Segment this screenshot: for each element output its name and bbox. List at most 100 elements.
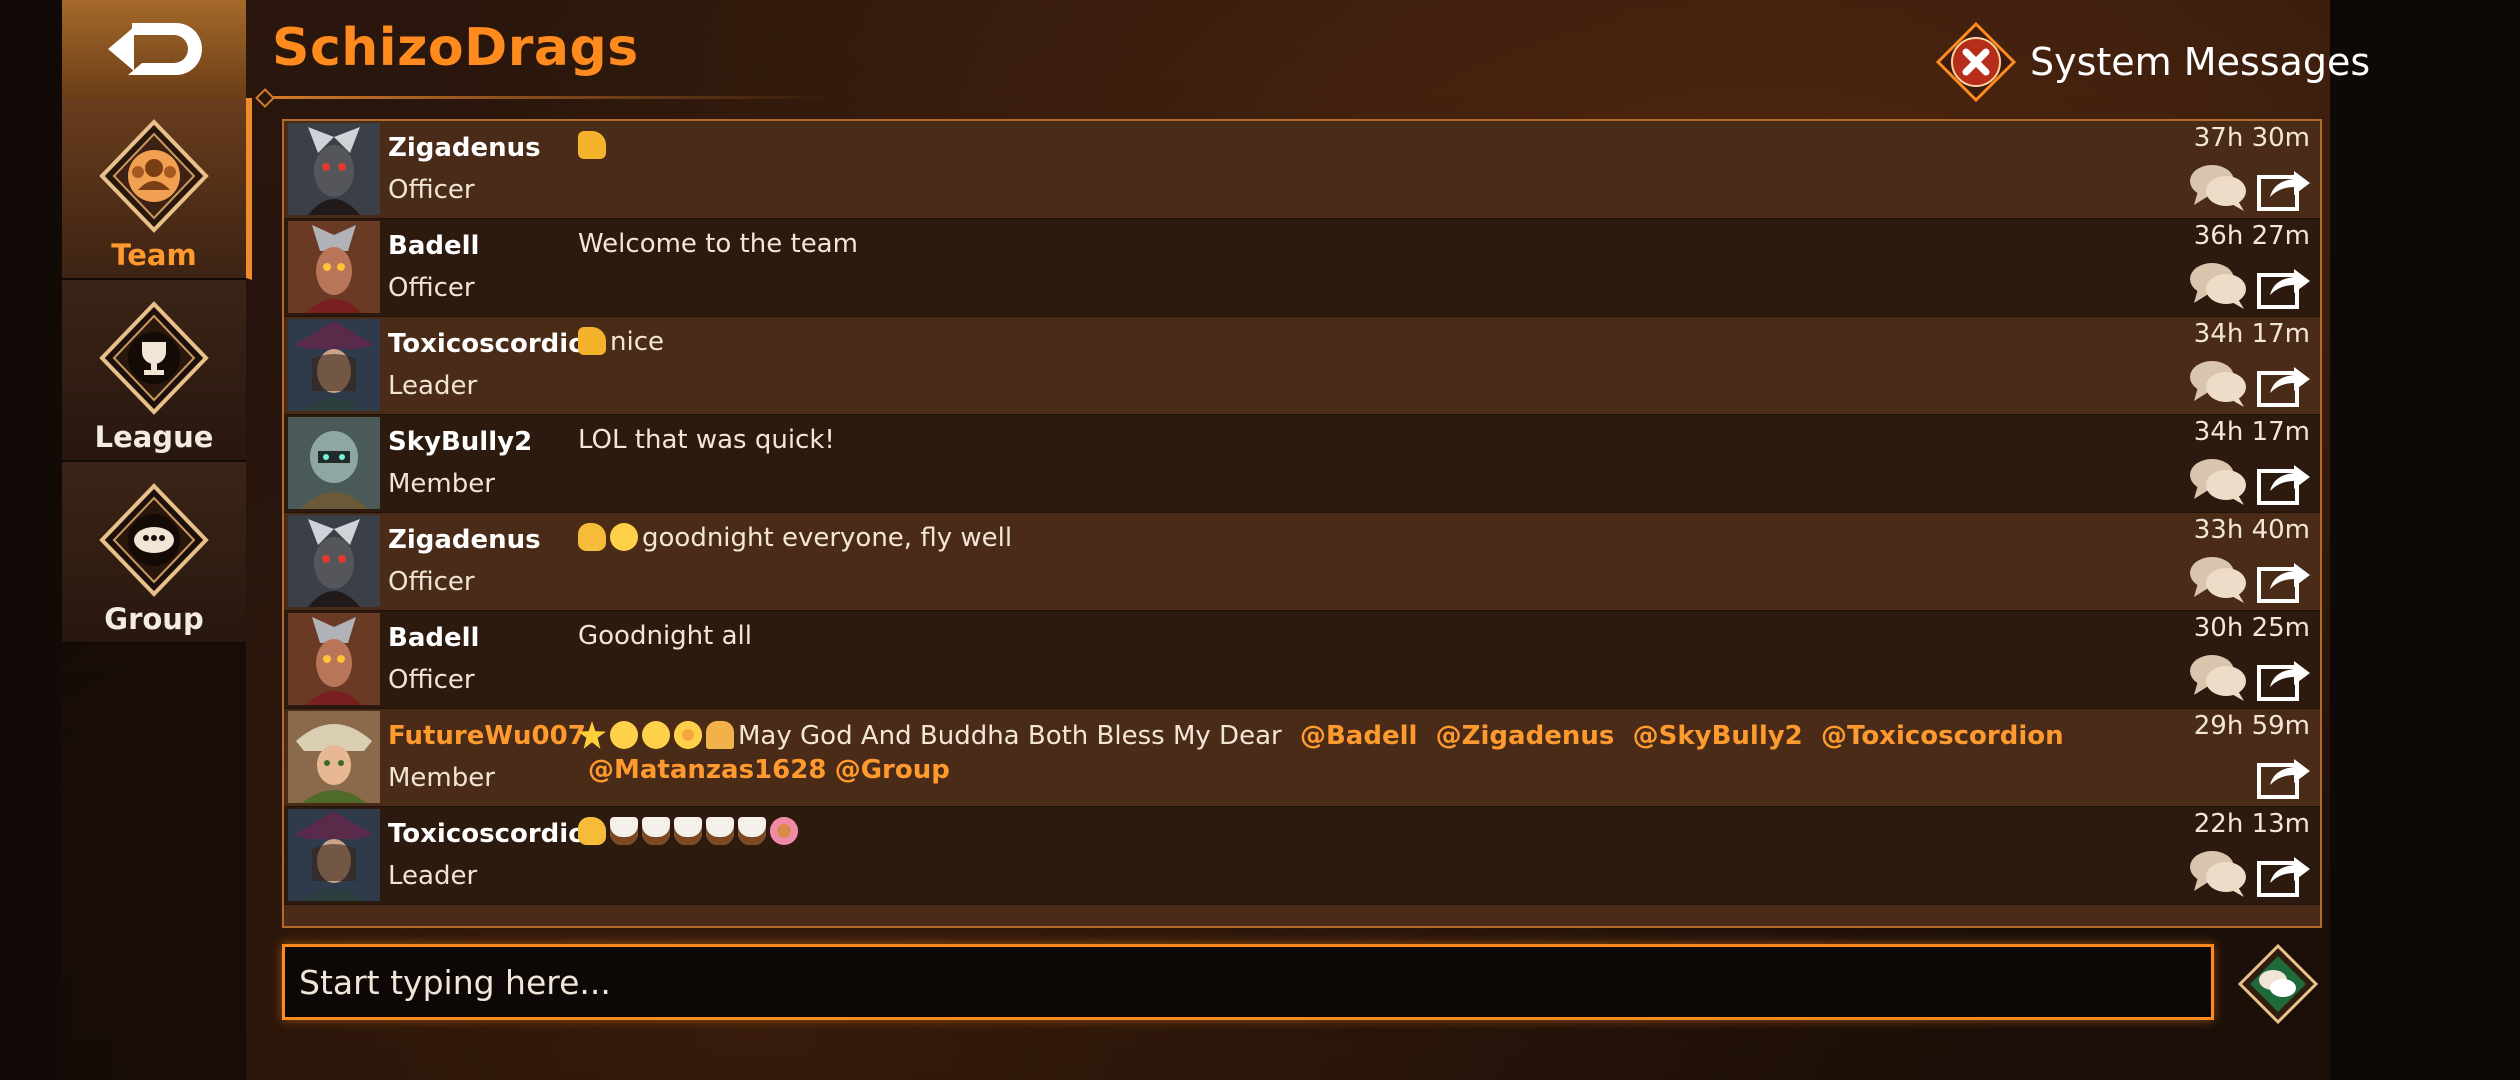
sidebar-item-league[interactable]: League <box>62 280 246 462</box>
share-icon[interactable] <box>2256 259 2312 309</box>
heart-eyes-face-icon <box>674 721 702 749</box>
message-text: LOL that was quick! <box>578 425 835 455</box>
chat-message-row: Badell Officer Goodnight all 30h 25m <box>284 611 2320 708</box>
message-text <box>578 817 802 847</box>
user-role: Officer <box>388 175 475 205</box>
sidebar-item-team[interactable]: Team <box>62 98 252 280</box>
avatar[interactable] <box>288 123 380 215</box>
system-messages-toggle[interactable]: System Messages <box>1936 22 2370 102</box>
sidebar-item-label: Group <box>104 602 204 636</box>
folded-hands-icon <box>706 721 734 749</box>
chat-message-row-partial <box>284 905 2320 926</box>
username[interactable]: Toxicoscordion <box>388 329 605 359</box>
message-timestamp: 29h 59m <box>2193 711 2310 741</box>
share-icon[interactable] <box>2256 847 2312 897</box>
reply-icon[interactable] <box>2188 357 2248 407</box>
group-emblem-icon <box>99 483 209 597</box>
chat-message-row: Zigadenus Officer 37h 30m <box>284 121 2320 218</box>
chat-message-list[interactable]: Zigadenus Officer 37h 30m Badell Officer… <box>282 119 2322 928</box>
message-body: nice <box>610 327 664 357</box>
message-timestamp: 37h 30m <box>2193 123 2310 153</box>
reply-icon[interactable] <box>2188 651 2248 701</box>
message-timestamp: 36h 27m <box>2193 221 2310 251</box>
message-timestamp: 33h 40m <box>2193 515 2310 545</box>
page-title: SchizoDrags <box>272 18 639 78</box>
chat-message-row: FutureWu007 Member May God And Buddha Bo… <box>284 709 2320 806</box>
reply-icon[interactable] <box>2188 553 2248 603</box>
coffee-icon <box>610 817 638 845</box>
side-navigation: Team League Group <box>62 0 252 1080</box>
share-icon[interactable] <box>2256 455 2312 505</box>
smiling-halo-face-icon <box>610 721 638 749</box>
avatar[interactable] <box>288 515 380 607</box>
reply-icon[interactable] <box>2188 161 2248 211</box>
message-text: nice <box>578 327 664 357</box>
reply-icon[interactable] <box>2188 259 2248 309</box>
left-letterbox <box>0 0 62 1080</box>
back-arrow-icon <box>108 23 202 75</box>
message-timestamp: 30h 25m <box>2193 613 2310 643</box>
username[interactable]: Zigadenus <box>388 133 541 163</box>
user-role: Member <box>388 763 495 793</box>
username[interactable]: Badell <box>388 231 479 261</box>
back-button[interactable] <box>62 0 246 100</box>
coffee-icon <box>642 817 670 845</box>
mention-link[interactable]: @Badell <box>1300 721 1417 751</box>
sidebar-item-label: League <box>94 420 214 454</box>
avatar[interactable] <box>288 613 380 705</box>
chat-message-row: Toxicoscordion Leader 22h 13m <box>284 807 2320 904</box>
share-icon[interactable] <box>2256 651 2312 701</box>
message-text: Goodnight all <box>578 621 752 651</box>
share-icon[interactable] <box>2256 553 2312 603</box>
thumbs-up-icon <box>578 131 606 159</box>
team-emblem-icon <box>99 119 209 233</box>
relieved-face-icon <box>642 721 670 749</box>
sidebar-item-label: Team <box>111 238 197 272</box>
message-body: goodnight everyone, fly well <box>642 523 1013 553</box>
star-icon <box>578 721 606 749</box>
avatar[interactable] <box>288 809 380 901</box>
donut-icon <box>770 817 798 845</box>
reply-icon[interactable] <box>2188 847 2248 897</box>
waving-hand-icon <box>578 817 606 845</box>
share-icon[interactable] <box>2256 749 2312 799</box>
avatar[interactable] <box>288 711 380 803</box>
username[interactable]: Zigadenus <box>388 525 541 555</box>
user-role: Officer <box>388 273 475 303</box>
close-icon <box>1936 22 2016 102</box>
mention-link[interactable]: @Zigadenus <box>1436 721 1615 751</box>
user-role: Leader <box>388 861 478 891</box>
avatar[interactable] <box>288 417 380 509</box>
message-text: May God And Buddha Both Bless My Dear @B… <box>578 719 2118 787</box>
system-messages-label: System Messages <box>2030 40 2371 84</box>
message-text: goodnight everyone, fly well <box>578 523 1012 553</box>
mention-link[interactable]: @SkyBully2 <box>1633 721 1803 751</box>
message-timestamp: 34h 17m <box>2193 417 2310 447</box>
header-divider <box>262 96 832 99</box>
sidebar-item-group[interactable]: Group <box>62 462 246 644</box>
message-timestamp: 34h 17m <box>2193 319 2310 349</box>
yawning-face-icon <box>610 523 638 551</box>
reply-icon[interactable] <box>2188 455 2248 505</box>
username[interactable]: Toxicoscordion <box>388 819 605 849</box>
avatar[interactable] <box>288 221 380 313</box>
mention-link[interactable]: @Matanzas1628 <box>588 755 826 785</box>
username[interactable]: Badell <box>388 623 479 653</box>
thumbs-up-icon <box>578 327 606 355</box>
avatar[interactable] <box>288 319 380 411</box>
user-role: Leader <box>388 371 478 401</box>
user-role: Officer <box>388 567 475 597</box>
share-icon[interactable] <box>2256 161 2312 211</box>
right-letterbox <box>2330 0 2520 1080</box>
username[interactable]: SkyBully2 <box>388 427 532 457</box>
mention-link[interactable]: @Toxicoscordion <box>1821 721 2064 751</box>
share-icon[interactable] <box>2256 357 2312 407</box>
username[interactable]: FutureWu007 <box>388 721 586 751</box>
chat-message-input[interactable] <box>282 944 2214 1020</box>
send-message-button[interactable] <box>2236 942 2320 1026</box>
coffee-icon <box>738 817 766 845</box>
mention-link[interactable]: @Group <box>835 755 950 785</box>
user-role: Member <box>388 469 495 499</box>
user-role: Officer <box>388 665 475 695</box>
chat-message-row: Toxicoscordion Leader nice 34h 17m <box>284 317 2320 414</box>
